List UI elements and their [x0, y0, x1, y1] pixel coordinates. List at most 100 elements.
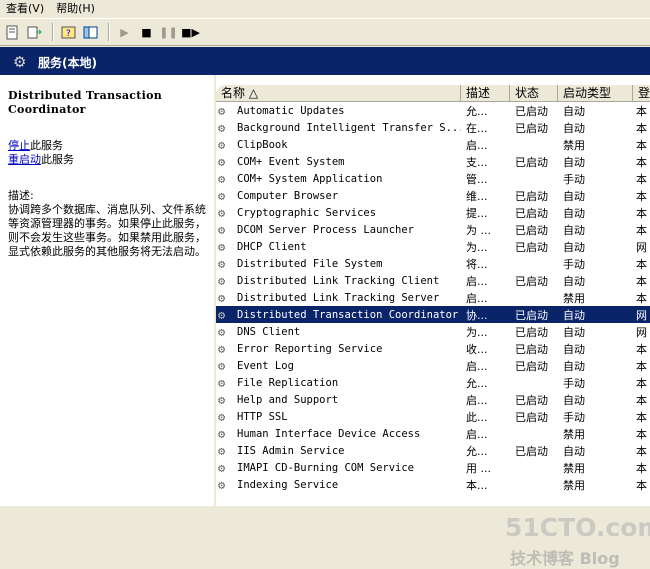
export-list-icon[interactable] [25, 23, 44, 42]
service-row[interactable]: ⚙ ClipBook 启... 禁用 本 [216, 136, 650, 153]
service-logon-cell: 本 [636, 155, 647, 169]
service-status-cell: 已启动 [515, 206, 548, 220]
column-header-description[interactable]: 描述 [461, 85, 510, 101]
service-gear-icon: ⚙ [218, 120, 226, 135]
service-logon-cell: 本 [636, 274, 647, 288]
service-gear-icon: ⚙ [218, 154, 226, 169]
column-header-status[interactable]: 状态 [510, 85, 558, 101]
service-gear-icon: ⚙ [218, 392, 226, 407]
service-gear-icon: ⚙ [218, 409, 226, 424]
selected-service-name: Distributed Transaction Coordinator [8, 89, 163, 116]
service-row[interactable]: ⚙ DHCP Client 为... 已启动 自动 网 [216, 238, 650, 255]
stop-icon[interactable]: ■ [137, 23, 156, 42]
service-description-cell: 允... [466, 104, 488, 118]
service-status-cell: 已启动 [515, 274, 548, 288]
service-name-cell: ⚙ Indexing Service [216, 478, 461, 492]
service-row[interactable]: ⚙ Distributed File System 将... 手动 本 [216, 255, 650, 272]
service-name-cell: ⚙ IIS Admin Service [216, 444, 461, 458]
service-startup-type-cell: 自动 [563, 189, 585, 203]
service-row[interactable]: ⚙ Automatic Updates 允... 已启动 自动 本 [216, 102, 650, 119]
service-row[interactable]: ⚙ Human Interface Device Access 启... 禁用 本 [216, 425, 650, 442]
restart-suffix: 此服务 [41, 153, 74, 166]
service-row[interactable]: ⚙ HTTP SSL 此... 已启动 手动 本 [216, 408, 650, 425]
service-gear-icon: ⚙ [218, 290, 226, 305]
list-header: 名称 △ 描述 状态 启动类型 登 [216, 85, 650, 102]
service-row[interactable]: ⚙ Distributed Transaction Coordinator 协...… [216, 306, 650, 323]
service-name-cell: ⚙ Human Interface Device Access [216, 427, 461, 441]
service-startup-type-cell: 手动 [563, 410, 585, 424]
service-row[interactable]: ⚙ COM+ System Application 管... 手动 本 [216, 170, 650, 187]
service-startup-type-cell: 自动 [563, 393, 585, 407]
service-gear-icon: ⚙ [218, 171, 226, 186]
service-status-cell: 已启动 [515, 308, 548, 322]
restart-icon[interactable]: ■▶ [181, 23, 200, 42]
service-row[interactable]: ⚙ IIS Admin Service 允... 已启动 自动 本 [216, 442, 650, 459]
service-row[interactable]: ⚙ COM+ Event System 支... 已启动 自动 本 [216, 153, 650, 170]
menu-help[interactable]: 帮助(H) [50, 0, 101, 17]
service-status-cell: 已启动 [515, 325, 548, 339]
service-logon-cell: 本 [636, 172, 647, 186]
service-name-cell: ⚙ ClipBook [216, 138, 461, 152]
service-row[interactable]: ⚙ Event Log 启... 已启动 自动 本 [216, 357, 650, 374]
menu-view[interactable]: 查看(V) [0, 0, 50, 17]
watermark-caption: 技术博客 Blog [510, 549, 620, 568]
pane-title: 服务(本地) [38, 56, 97, 70]
service-row[interactable]: ⚙ DNS Client 为... 已启动 自动 网 [216, 323, 650, 340]
service-startup-type-cell: 自动 [563, 359, 585, 373]
service-row[interactable]: ⚙ Background Intelligent Transfer S... 在..… [216, 119, 650, 136]
service-name: DHCP Client [237, 240, 307, 253]
service-row[interactable]: ⚙ Indexing Service 本... 禁用 本 [216, 476, 650, 493]
service-name-cell: ⚙ IMAPI CD-Burning COM Service [216, 461, 461, 475]
service-gear-icon: ⚙ [218, 256, 226, 271]
service-name-cell: ⚙ DCOM Server Process Launcher [216, 223, 461, 237]
service-startup-type-cell: 自动 [563, 206, 585, 220]
service-row[interactable]: ⚙ Cryptographic Services 提... 已启动 自动 本 [216, 204, 650, 221]
service-gear-icon: ⚙ [218, 358, 226, 373]
stop-service-link[interactable]: 停止 [8, 139, 30, 152]
properties-icon[interactable] [3, 23, 22, 42]
service-row[interactable]: ⚙ File Replication 允... 手动 本 [216, 374, 650, 391]
service-gear-icon: ⚙ [218, 239, 226, 254]
description-text: 协调跨多个数据库、消息队列、文件系统等资源管理器的事务。如果停止此服务，则不会发… [8, 203, 206, 258]
service-row[interactable]: ⚙ DCOM Server Process Launcher 为 ... 已启动 自动 本 [216, 221, 650, 238]
service-row[interactable]: ⚙ Help and Support 启... 已启动 自动 本 [216, 391, 650, 408]
service-startup-type-cell: 自动 [563, 104, 585, 118]
service-description-cell: 提... [466, 206, 488, 220]
show-hide-pane-icon[interactable] [81, 23, 100, 42]
pause-icon[interactable]: ❚❚ [159, 23, 178, 42]
service-name-cell: ⚙ Computer Browser [216, 189, 461, 203]
service-name-cell: ⚙ Background Intelligent Transfer S... [216, 121, 461, 135]
column-header-logon[interactable]: 登 [633, 85, 650, 101]
extended-description-pane: Distributed Transaction Coordinator 停止此服… [0, 75, 214, 506]
service-name: DNS Client [237, 325, 301, 338]
service-row[interactable]: ⚙ IMAPI CD-Burning COM Service 用 ... 禁用 本 [216, 459, 650, 476]
service-startup-type-cell: 禁用 [563, 138, 585, 152]
service-row[interactable]: ⚙ Distributed Link Tracking Client 启... 已启动… [216, 272, 650, 289]
service-logon-cell: 本 [636, 189, 647, 203]
service-startup-type-cell: 自动 [563, 240, 585, 254]
service-logon-cell: 本 [636, 206, 647, 220]
service-name-cell: ⚙ DNS Client [216, 325, 461, 339]
service-startup-type-cell: 禁用 [563, 478, 585, 492]
service-startup-type-cell: 自动 [563, 121, 585, 135]
service-description-cell: 支... [466, 155, 488, 169]
start-icon[interactable]: ▶ [115, 23, 134, 42]
restart-service-link[interactable]: 重启动 [8, 153, 41, 166]
service-row[interactable]: ⚙ Computer Browser 维... 已启动 自动 本 [216, 187, 650, 204]
service-gear-icon: ⚙ [218, 205, 226, 220]
service-name: HTTP SSL [237, 410, 288, 423]
column-header-startup-type[interactable]: 启动类型 [558, 85, 633, 101]
service-name-cell: ⚙ Distributed Link Tracking Server [216, 291, 461, 305]
service-description-cell: 协... [466, 308, 488, 322]
column-header-name[interactable]: 名称 △ [216, 85, 461, 101]
service-actions: 停止此服务 重启动此服务 [8, 139, 206, 167]
service-name: Automatic Updates [237, 104, 345, 117]
service-description-cell: 将... [466, 257, 488, 271]
service-row[interactable]: ⚙ Distributed Link Tracking Server 启... 禁用 本 [216, 289, 650, 306]
help-icon[interactable]: ? [59, 23, 78, 42]
service-status-cell: 已启动 [515, 410, 548, 424]
service-name-cell: ⚙ Event Log [216, 359, 461, 373]
service-row[interactable]: ⚙ Error Reporting Service 收... 已启动 自动 本 [216, 340, 650, 357]
service-description-cell: 为 ... [466, 223, 491, 237]
service-status-cell: 已启动 [515, 444, 548, 458]
